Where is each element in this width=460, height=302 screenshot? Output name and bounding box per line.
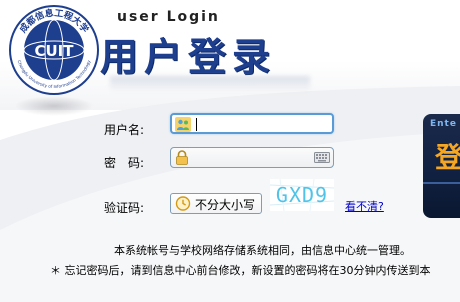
title-reflection bbox=[110, 76, 310, 92]
captcha-image-text: GXD9 bbox=[276, 183, 328, 207]
notice-password-reset: ＊ 忘记密码后，请到信息中心前台修改，新设置的密码将在30分钟内传送到本 bbox=[50, 264, 431, 277]
user-group-icon bbox=[175, 117, 191, 132]
text-cursor bbox=[196, 118, 197, 131]
clock-icon bbox=[175, 196, 191, 211]
logo-shadow bbox=[14, 96, 94, 116]
captcha-image[interactable]: GXD9 bbox=[270, 179, 334, 211]
enter-label: Ente bbox=[430, 119, 457, 129]
password-label: 密 码: bbox=[104, 156, 145, 170]
lock-icon bbox=[176, 150, 188, 165]
logo-text: CUIT bbox=[34, 42, 74, 60]
captcha-refresh-link[interactable]: 看不清? bbox=[345, 198, 384, 214]
login-button-char: 登 bbox=[435, 141, 460, 174]
username-field[interactable] bbox=[170, 113, 334, 134]
password-field[interactable] bbox=[170, 147, 334, 168]
notice-account: 本系统帐号与学校网络存储系统相同，由信息中心统一管理。 bbox=[114, 244, 411, 257]
university-logo: CUIT 成都信息工程大学 Chengdu University of Info… bbox=[9, 5, 99, 95]
panel-divider bbox=[423, 182, 460, 184]
page-title: 用户登录 bbox=[100, 35, 277, 79]
keyboard-icon[interactable] bbox=[314, 152, 330, 163]
captcha-placeholder: 不分大小写 bbox=[195, 198, 256, 212]
title-english: user Login bbox=[117, 9, 220, 25]
captcha-input[interactable]: 不分大小写 bbox=[170, 193, 262, 214]
captcha-label: 验证码: bbox=[104, 201, 145, 215]
login-submit-panel[interactable]: Ente 登 bbox=[423, 114, 460, 218]
username-label: 用户名: bbox=[104, 123, 145, 137]
